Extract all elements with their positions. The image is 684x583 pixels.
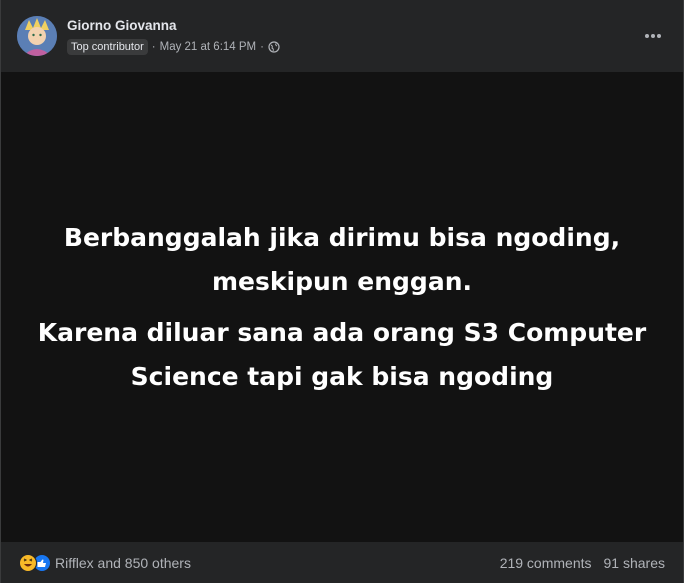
post-card: Giorno Giovanna Top contributor · May 21… xyxy=(0,0,684,583)
shares-count[interactable]: 91 shares xyxy=(604,555,665,571)
engagement-counts: 219 comments 91 shares xyxy=(500,555,665,571)
author-avatar[interactable] xyxy=(17,16,57,56)
reactions-text: Rifflex and 850 others xyxy=(55,555,191,571)
post-meta: Top contributor · May 21 at 6:14 PM · xyxy=(67,38,280,56)
meta-separator-2: · xyxy=(260,41,264,53)
reactions-summary[interactable]: Rifflex and 850 others xyxy=(19,554,191,572)
author-name[interactable]: Giorno Giovanna xyxy=(67,18,177,33)
globe-icon[interactable] xyxy=(268,41,280,53)
post-image[interactable]: Berbanggalah jika dirimu bisa ngoding, m… xyxy=(1,72,683,542)
image-text-line-1: Berbanggalah jika dirimu bisa ngoding, xyxy=(63,223,621,252)
comments-count[interactable]: 219 comments xyxy=(500,555,592,571)
meta-separator: · xyxy=(151,41,156,53)
more-options-button[interactable] xyxy=(641,24,665,48)
post-footer: Rifflex and 850 others 219 comments 91 s… xyxy=(1,542,683,583)
haha-reaction-icon xyxy=(19,554,37,572)
more-dots-icon xyxy=(645,34,661,38)
image-text-line-3: Karena diluar sana ada orang S3 Computer xyxy=(37,318,647,347)
image-text-line-4: Science tapi gak bisa ngoding xyxy=(130,362,554,391)
post-header: Giorno Giovanna Top contributor · May 21… xyxy=(1,0,683,72)
post-timestamp[interactable]: May 21 at 6:14 PM xyxy=(160,41,257,53)
top-contributor-badge[interactable]: Top contributor xyxy=(67,39,148,55)
image-text-line-2: meskipun enggan. xyxy=(212,267,472,296)
